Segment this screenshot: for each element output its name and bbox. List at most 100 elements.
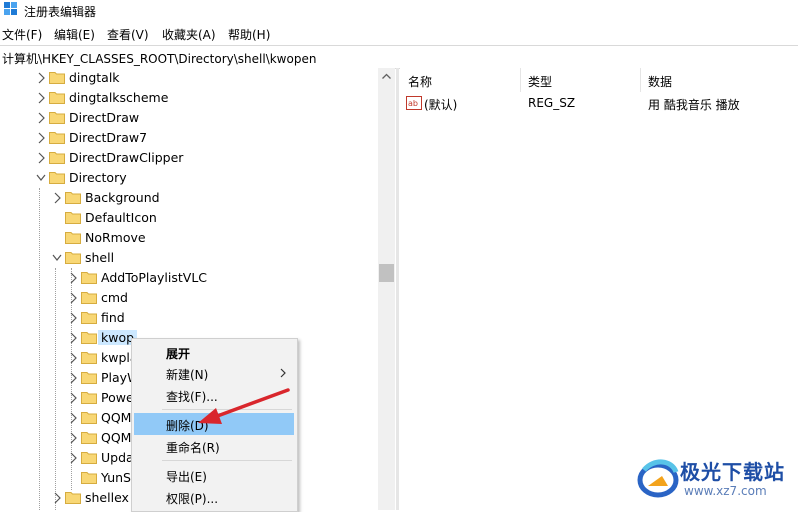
menu-item-label: 重命名(R) xyxy=(166,441,220,455)
chevron-right-icon[interactable] xyxy=(36,92,46,104)
folder-icon xyxy=(65,212,81,224)
chevron-right-icon[interactable] xyxy=(68,292,78,304)
folder-icon xyxy=(81,432,97,444)
value-list: 名称 类型 数据 ab (默认) REG_SZ 用 酷我音乐 播放 xyxy=(400,68,798,510)
value-data: 用 酷我音乐 播放 xyxy=(648,98,740,112)
menu-favorites[interactable]: 收藏夹(A) xyxy=(162,26,216,43)
annotation-arrow-icon xyxy=(198,388,290,424)
column-header-name[interactable]: 名称 xyxy=(400,68,520,92)
folder-icon xyxy=(49,112,65,124)
tree-item-label: DirectDraw7 xyxy=(69,130,148,145)
menu-edit[interactable]: 编辑(E) xyxy=(54,26,95,43)
folder-icon xyxy=(81,272,97,284)
tree-item[interactable]: DirectDraw xyxy=(0,108,378,128)
tree-item-label: dingtalkscheme xyxy=(69,90,169,105)
folder-icon xyxy=(49,72,65,84)
tree-item-label: AddToPlaylistVLC xyxy=(101,270,208,285)
tree-item[interactable]: find xyxy=(0,308,378,328)
chevron-right-icon[interactable] xyxy=(36,72,46,84)
menu-item-label: 权限(P)... xyxy=(166,492,219,506)
folder-icon xyxy=(81,392,97,404)
folder-icon xyxy=(49,172,65,184)
column-header-type[interactable]: 类型 xyxy=(520,68,640,92)
tree-item[interactable]: DirectDraw7 xyxy=(0,128,378,148)
context-menu-permissions[interactable]: 权限(P)... xyxy=(134,486,294,508)
tree-item-label: DirectDraw xyxy=(69,110,140,125)
chevron-right-icon[interactable] xyxy=(36,112,46,124)
tree-item-label: QQM xyxy=(101,410,132,425)
address-bar[interactable]: 计算机\HKEY_CLASSES_ROOT\Directory\shell\kw… xyxy=(0,45,798,69)
chevron-right-icon[interactable] xyxy=(68,372,78,384)
tree-item[interactable]: DirectDrawClipper xyxy=(0,148,378,168)
folder-icon xyxy=(65,252,81,264)
chevron-right-icon[interactable] xyxy=(68,392,78,404)
value-name[interactable]: (默认) xyxy=(424,96,457,113)
menu-item-label: 导出(E) xyxy=(166,470,207,484)
context-menu-export[interactable]: 导出(E) xyxy=(134,464,294,486)
chevron-right-icon[interactable] xyxy=(36,132,46,144)
tree-item[interactable]: DefaultIcon xyxy=(0,208,378,228)
tree-item-label: Background xyxy=(85,190,160,205)
tree-scrollbar[interactable] xyxy=(378,68,395,510)
tree-item[interactable]: cmd xyxy=(0,288,378,308)
menu-view[interactable]: 查看(V) xyxy=(107,26,149,43)
context-menu-rename[interactable]: 重命名(R) xyxy=(134,435,294,457)
watermark-title: 极光下载站 xyxy=(680,460,785,484)
chevron-right-icon[interactable] xyxy=(36,152,46,164)
tree-item-label: YunS xyxy=(101,470,131,485)
chevron-right-icon[interactable] xyxy=(68,432,78,444)
tree-item-label: cmd xyxy=(101,290,128,305)
chevron-right-icon[interactable] xyxy=(68,412,78,424)
tree-item[interactable]: Background xyxy=(0,188,378,208)
column-header-label: 名称 xyxy=(408,75,433,89)
chevron-right-icon[interactable] xyxy=(52,192,62,204)
tree-item-label: QQM xyxy=(101,430,132,445)
chevron-down-icon[interactable] xyxy=(36,172,46,184)
submenu-arrow-icon xyxy=(280,368,286,378)
address-path[interactable]: 计算机\HKEY_CLASSES_ROOT\Directory\shell\kw… xyxy=(2,50,316,67)
menu-bar: 文件(F) 编辑(E) 查看(V) 收藏夹(A) 帮助(H) xyxy=(0,22,798,44)
tree-item[interactable]: NoRmove xyxy=(0,228,378,248)
folder-icon xyxy=(49,132,65,144)
tree-item[interactable]: shell xyxy=(0,248,378,268)
chevron-right-icon[interactable] xyxy=(52,492,62,504)
tree-item-label: Upda xyxy=(101,450,134,465)
chevron-right-icon[interactable] xyxy=(68,352,78,364)
folder-icon xyxy=(65,192,81,204)
tree-item[interactable]: AddToPlaylistVLC xyxy=(0,268,378,288)
folder-icon xyxy=(65,492,81,504)
string-value-icon: ab xyxy=(406,96,422,110)
tree-item-label: DefaultIcon xyxy=(85,210,157,225)
tree-item-label: DirectDrawClipper xyxy=(69,150,184,165)
watermark-logo-icon xyxy=(637,459,679,498)
column-header-label: 数据 xyxy=(648,75,673,89)
tree-item-label: shellex xyxy=(85,490,129,505)
folder-icon xyxy=(81,452,97,464)
menu-file[interactable]: 文件(F) xyxy=(2,26,42,43)
chevron-right-icon[interactable] xyxy=(68,272,78,284)
tree-item-label: NoRmove xyxy=(85,230,146,245)
tree-item[interactable]: dingtalk xyxy=(0,68,378,88)
folder-icon xyxy=(49,92,65,104)
tree-item-label: Powe xyxy=(101,390,134,405)
tree-item[interactable]: dingtalkscheme xyxy=(0,88,378,108)
folder-icon xyxy=(81,332,97,344)
chevron-right-icon[interactable] xyxy=(68,452,78,464)
menu-separator xyxy=(162,460,292,461)
menu-help[interactable]: 帮助(H) xyxy=(228,26,270,43)
watermark: 极光下载站 www.xz7.com xyxy=(634,452,794,508)
window-title: 注册表编辑器 xyxy=(24,5,97,19)
chevron-right-icon[interactable] xyxy=(68,312,78,324)
chevron-right-icon[interactable] xyxy=(68,332,78,344)
context-menu-expand[interactable]: 展开 xyxy=(134,341,294,363)
pane-splitter[interactable] xyxy=(396,68,399,510)
chevron-down-icon[interactable] xyxy=(52,252,62,264)
tree-item[interactable]: Directory xyxy=(0,168,378,188)
scroll-thumb[interactable] xyxy=(379,264,394,282)
tree-item-label: Directory xyxy=(69,170,127,185)
title-bar: 注册表编辑器 xyxy=(0,0,798,22)
column-header-data[interactable]: 数据 xyxy=(640,68,798,92)
scroll-up-arrow-icon[interactable] xyxy=(378,68,395,85)
tree-item-label: shell xyxy=(85,250,115,265)
regedit-app-icon xyxy=(4,2,17,15)
